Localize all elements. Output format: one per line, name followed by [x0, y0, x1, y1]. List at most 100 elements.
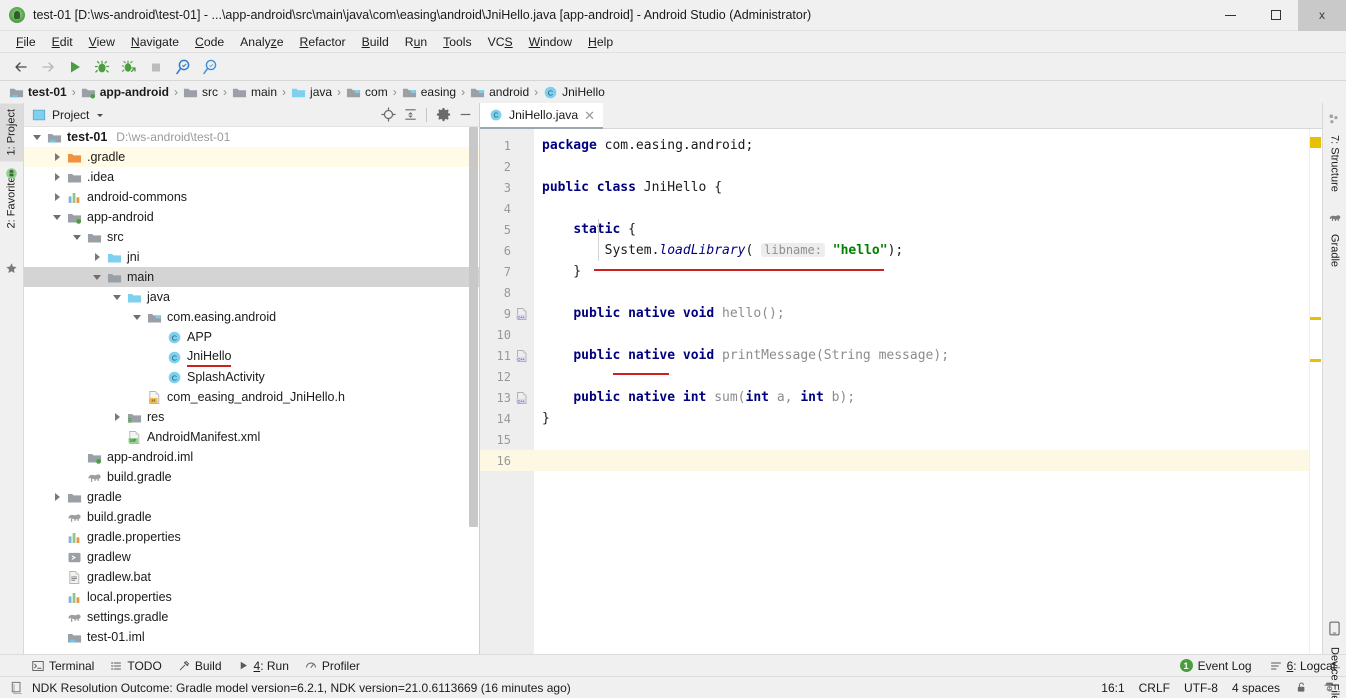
gutter-line[interactable]: 9 C++ — [480, 303, 534, 324]
tree-row[interactable]: build.gradle — [24, 467, 479, 487]
breadcrumb-item-jnihello[interactable]: C JniHello — [542, 85, 606, 100]
code-line[interactable] — [534, 366, 1309, 387]
debug-icon[interactable] — [91, 56, 113, 78]
tree-row[interactable]: build.gradle — [24, 507, 479, 527]
close-button[interactable]: x — [1298, 0, 1346, 31]
menu-edit[interactable]: Edit — [44, 33, 81, 51]
gutter-line[interactable]: 3 — [480, 177, 534, 198]
indent-setting[interactable]: 4 spaces — [1232, 681, 1280, 695]
tree-expand-icon[interactable] — [52, 172, 63, 183]
menu-view[interactable]: View — [81, 33, 123, 51]
bottom-item-run[interactable]: 4: Run — [238, 659, 289, 673]
caret-position[interactable]: 16:1 — [1101, 681, 1124, 695]
code-line[interactable]: static { — [534, 219, 1309, 240]
project-tree[interactable]: test-01 D:\ws-android\test-01 .gradle .idea… — [24, 127, 479, 654]
tree-collapse-icon[interactable] — [112, 292, 123, 303]
breadcrumb-item-android[interactable]: android — [469, 85, 530, 100]
tab-jnihello-java[interactable]: C JniHello.java ✕ — [480, 103, 604, 129]
hide-icon[interactable] — [455, 105, 475, 125]
cpp-gutter-icon[interactable]: C++ — [515, 391, 531, 405]
menu-tools[interactable]: Tools — [435, 33, 479, 51]
tree-row[interactable]: android-commons — [24, 187, 479, 207]
gutter-line[interactable]: 11 C++ — [480, 345, 534, 366]
tree-collapse-icon[interactable] — [132, 312, 143, 323]
unlocked-padlock-icon[interactable] — [1294, 681, 1308, 695]
gutter-line[interactable]: 8 — [480, 282, 534, 303]
editor-gutter[interactable]: 1 2 3 4 5 6 7 8 9 C++ 10 11 C++ 12 13 C++ 14 15 16 — [480, 129, 534, 654]
tree-row[interactable]: gradle.properties — [24, 527, 479, 547]
search-everywhere-icon[interactable] — [172, 56, 194, 78]
breadcrumb-item-test-01[interactable]: test-01 — [8, 85, 68, 100]
tree-row[interactable]: jni — [24, 247, 479, 267]
sidebar-item-device-file-explorer[interactable]: Device File Explorer — [1329, 641, 1341, 698]
tree-row[interactable]: main — [24, 267, 479, 287]
tree-row[interactable]: res — [24, 407, 479, 427]
bottom-item-build[interactable]: Build — [178, 659, 222, 673]
code-line[interactable] — [534, 282, 1309, 303]
tree-row[interactable]: app-android.iml — [24, 447, 479, 467]
tree-row[interactable]: src — [24, 227, 479, 247]
chevron-down-icon[interactable] — [95, 110, 105, 120]
tree-expand-icon[interactable] — [112, 412, 123, 423]
tree-row[interactable]: .idea — [24, 167, 479, 187]
bottom-item-logcat[interactable]: 6: Logcat — [1270, 659, 1336, 673]
gutter-line[interactable]: 13 C++ — [480, 387, 534, 408]
code-line[interactable] — [534, 324, 1309, 345]
tree-expand-icon[interactable] — [52, 492, 63, 503]
gutter-line[interactable]: 10 — [480, 324, 534, 345]
breadcrumb-item-app-android[interactable]: app-android — [80, 85, 170, 100]
warning-stripe-marker[interactable] — [1310, 359, 1321, 362]
gutter-line[interactable]: 1 — [480, 135, 534, 156]
code-line[interactable]: } — [534, 261, 1309, 282]
tree-expand-icon[interactable] — [52, 152, 63, 163]
code-line[interactable] — [534, 198, 1309, 219]
gutter-line[interactable]: 2 — [480, 156, 534, 177]
tree-row[interactable]: app-android — [24, 207, 479, 227]
file-encoding[interactable]: UTF-8 — [1184, 681, 1218, 695]
gutter-line[interactable]: 16 — [480, 450, 534, 471]
breadcrumb-item-src[interactable]: src — [182, 85, 219, 100]
sidebar-item-structure[interactable]: 7: Structure — [1329, 129, 1341, 198]
tree-row[interactable]: gradlew — [24, 547, 479, 567]
menu-file[interactable]: File — [8, 33, 44, 51]
maximize-button[interactable] — [1253, 0, 1298, 31]
settings-gear-icon[interactable] — [433, 105, 453, 125]
gutter-line[interactable]: 6 — [480, 240, 534, 261]
tree-row[interactable]: C APP — [24, 327, 479, 347]
locate-icon[interactable] — [378, 105, 398, 125]
tree-row[interactable]: C SplashActivity — [24, 367, 479, 387]
code-line[interactable]: public native void hello(); — [534, 303, 1309, 324]
warning-stripe-marker[interactable] — [1310, 317, 1321, 320]
warning-stripe-marker[interactable] — [1310, 137, 1321, 148]
tree-collapse-icon[interactable] — [32, 132, 43, 143]
menu-run[interactable]: Run — [397, 33, 435, 51]
code-line[interactable] — [534, 450, 1309, 471]
tree-row[interactable]: java — [24, 287, 479, 307]
menu-navigate[interactable]: Navigate — [123, 33, 187, 51]
run-icon[interactable] — [64, 56, 86, 78]
cpp-gutter-icon[interactable]: C++ — [515, 349, 531, 363]
code-line[interactable]: } — [534, 408, 1309, 429]
menu-vcs[interactable]: VCS — [480, 33, 521, 51]
menu-build[interactable]: Build — [354, 33, 397, 51]
gutter-line[interactable]: 14 — [480, 408, 534, 429]
code-line[interactable] — [534, 429, 1309, 450]
menu-refactor[interactable]: Refactor — [292, 33, 354, 51]
gutter-line[interactable]: 7 — [480, 261, 534, 282]
collapse-all-icon[interactable] — [400, 105, 420, 125]
tree-row[interactable]: local.properties — [24, 587, 479, 607]
close-icon[interactable]: ✕ — [584, 109, 595, 122]
breadcrumb-item-easing[interactable]: easing — [401, 85, 457, 100]
code-line[interactable]: public native int sum(int a, int b); — [534, 387, 1309, 408]
sidebar-item-gradle[interactable]: Gradle — [1329, 228, 1341, 273]
breadcrumb-item-com[interactable]: com — [345, 85, 389, 100]
tree-row[interactable]: .gradle — [24, 147, 479, 167]
tree-expand-icon[interactable] — [52, 192, 63, 203]
code-line[interactable]: package com.easing.android; — [534, 135, 1309, 156]
code-line[interactable]: public class JniHello { — [534, 177, 1309, 198]
project-tree-scrollbar[interactable] — [469, 127, 478, 654]
tree-row[interactable]: Hcom_easing_android_JniHello.h — [24, 387, 479, 407]
bottom-item-todo[interactable]: TODO — [110, 659, 162, 673]
minimize-button[interactable] — [1208, 0, 1253, 31]
gutter-line[interactable]: 5 — [480, 219, 534, 240]
